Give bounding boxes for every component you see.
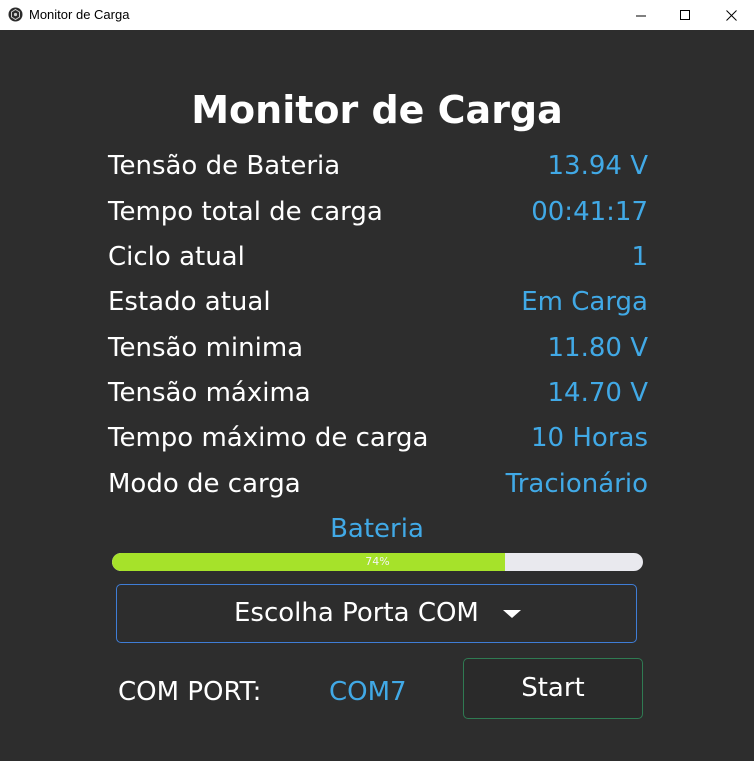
info-label: Tensão de Bateria — [108, 151, 341, 181]
com-port-label: COM PORT: — [118, 677, 262, 707]
info-label: Tensão minima — [108, 333, 304, 363]
info-row-tensao-bateria: Tensão de Bateria 13.94 V — [108, 146, 648, 186]
close-button[interactable] — [708, 0, 754, 30]
start-button[interactable]: Start — [463, 658, 643, 719]
info-row-tempo-maximo: Tempo máximo de carga 10 Horas — [108, 418, 648, 458]
caret-down-icon — [503, 610, 521, 618]
battery-progress-text: 74% — [365, 555, 390, 568]
maximize-button[interactable] — [662, 0, 708, 30]
info-label: Estado atual — [108, 287, 271, 317]
battery-label: Bateria — [330, 514, 424, 544]
app-icon — [8, 7, 23, 22]
page-title: Monitor de Carga — [191, 88, 563, 132]
info-row-tensao-minima: Tensão minima 11.80 V — [108, 328, 648, 368]
com-port-dropdown-label: Escolha Porta COM — [234, 598, 479, 628]
info-row-tempo-total: Tempo total de carga 00:41:17 — [108, 192, 648, 232]
info-row-tensao-maxima: Tensão máxima 14.70 V — [108, 373, 648, 413]
info-label: Modo de carga — [108, 469, 301, 499]
info-value: 13.94 V — [547, 151, 648, 181]
info-row-estado-atual: Estado atual Em Carga — [108, 282, 648, 322]
com-port-dropdown[interactable]: Escolha Porta COM — [116, 584, 637, 643]
info-value: 14.70 V — [547, 378, 648, 408]
maximize-icon — [679, 9, 691, 21]
info-value: 11.80 V — [547, 333, 648, 363]
info-row-modo-carga: Modo de carga Tracionário — [108, 464, 648, 504]
minimize-button[interactable] — [618, 0, 664, 30]
window-title: Monitor de Carga — [29, 7, 130, 22]
info-label: Tensão máxima — [108, 378, 311, 408]
info-value: 1 — [631, 242, 648, 272]
minimize-icon — [635, 10, 647, 21]
info-label: Ciclo atual — [108, 242, 245, 272]
title-bar: Monitor de Carga — [0, 0, 754, 30]
info-label: Tempo máximo de carga — [108, 423, 429, 453]
close-icon — [725, 9, 737, 21]
battery-progress-bar: 74% — [112, 553, 643, 571]
info-value: 10 Horas — [531, 423, 648, 453]
info-label: Tempo total de carga — [108, 197, 383, 227]
info-value: 00:41:17 — [531, 197, 648, 227]
com-port-value: COM7 — [329, 677, 407, 707]
info-value: Em Carga — [521, 287, 648, 317]
info-row-ciclo-atual: Ciclo atual 1 — [108, 237, 648, 277]
info-value: Tracionário — [505, 469, 648, 499]
